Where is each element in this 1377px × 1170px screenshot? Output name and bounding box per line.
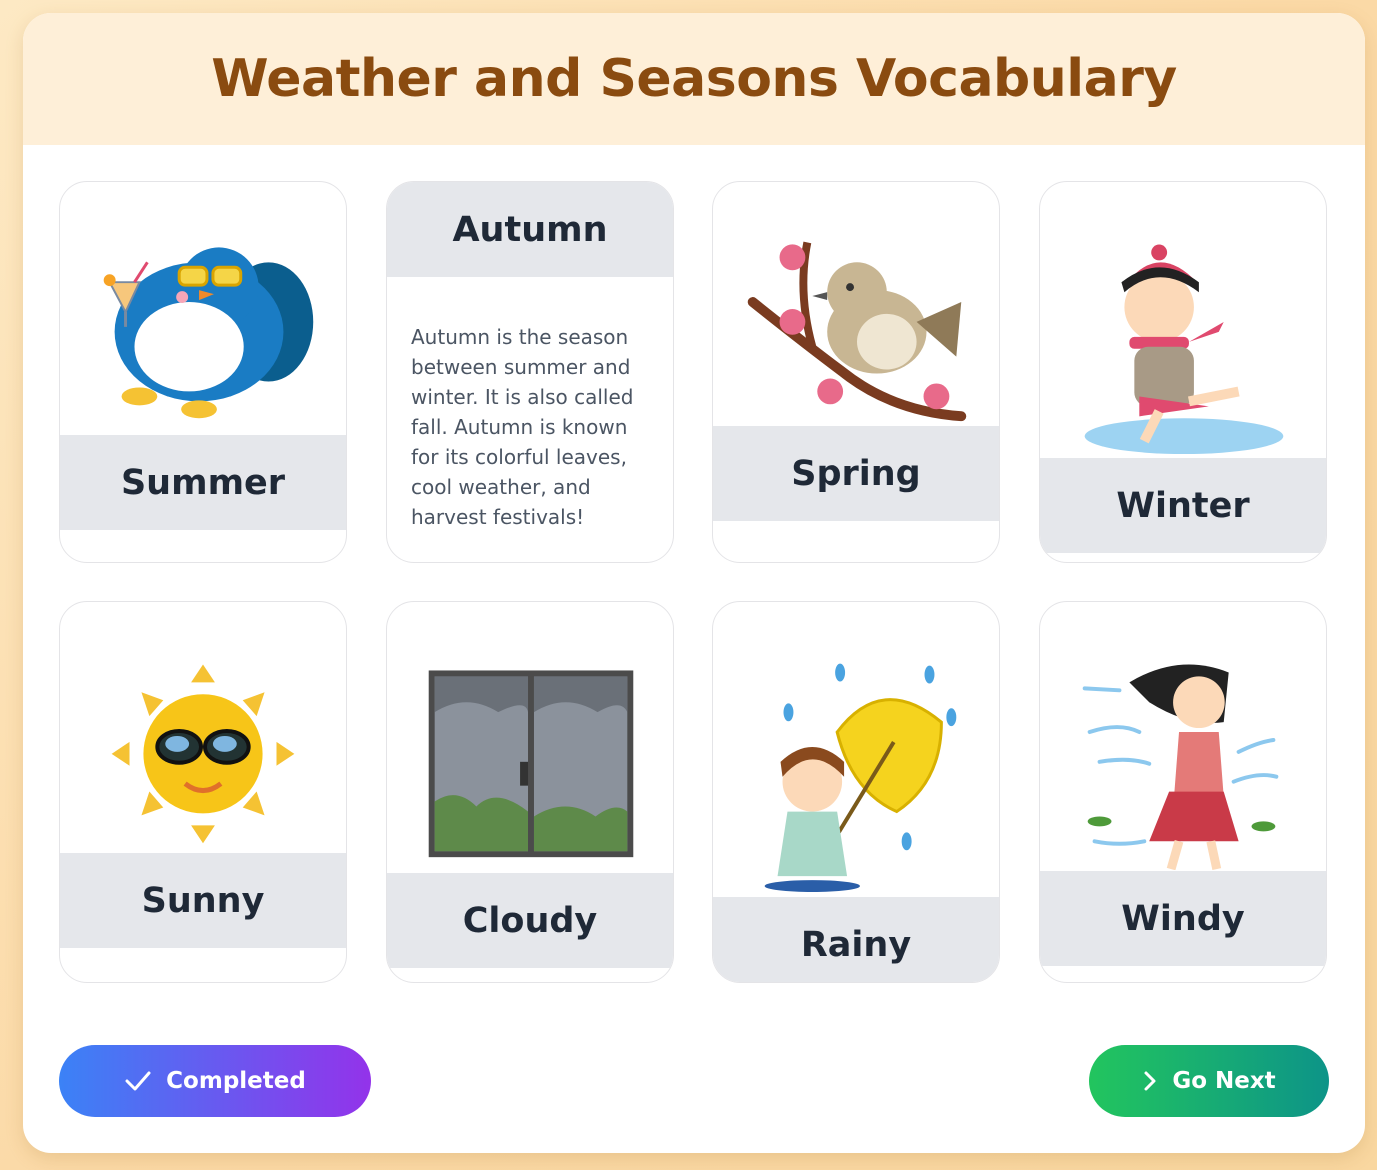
card-summer[interactable]: Summer — [59, 181, 347, 563]
go-next-button[interactable]: Go Next — [1089, 1045, 1329, 1117]
card-rainy[interactable]: Rainy — [712, 601, 1000, 983]
checkmark-icon — [125, 1071, 151, 1091]
card-label: Sunny — [60, 853, 346, 948]
bird-blossom-branch-icon — [747, 241, 967, 422]
cloudy-window-icon — [428, 670, 634, 858]
card-cloudy[interactable]: Cloudy — [386, 601, 674, 983]
girl-ice-skating-icon — [1084, 244, 1284, 455]
completed-button[interactable]: Completed — [59, 1045, 371, 1117]
card-autumn[interactable]: Autumn Autumn is the season between summ… — [386, 181, 674, 563]
card-windy[interactable]: Windy — [1039, 601, 1327, 983]
card-description: Autumn is the season between summer and … — [411, 325, 634, 529]
card-label: Autumn — [387, 182, 673, 277]
card-label: Cloudy — [387, 873, 673, 968]
header: Weather and Seasons Vocabulary — [23, 13, 1365, 145]
card-sunny[interactable]: Sunny — [59, 601, 347, 983]
card-label: Windy — [1040, 871, 1326, 966]
card-label: Rainy — [713, 897, 999, 982]
card-label: Summer — [60, 435, 346, 530]
chevron-right-icon — [1144, 1071, 1156, 1091]
penguin-sunglasses-icon — [103, 247, 314, 419]
card-winter[interactable]: Winter — [1039, 181, 1327, 563]
card-label: Winter — [1040, 458, 1326, 553]
sun-sunglasses-icon — [111, 664, 295, 844]
vocabulary-panel: Weather and Seasons Vocabulary Summer Au… — [23, 13, 1365, 1153]
go-next-label: Go Next — [1172, 1068, 1276, 1094]
card-label: Spring — [713, 426, 999, 521]
woman-in-wind-icon — [1082, 664, 1279, 870]
girl-umbrella-rain-icon — [764, 663, 957, 893]
page-title: Weather and Seasons Vocabulary — [211, 49, 1177, 109]
completed-label: Completed — [166, 1068, 306, 1094]
card-spring[interactable]: Spring — [712, 181, 1000, 563]
